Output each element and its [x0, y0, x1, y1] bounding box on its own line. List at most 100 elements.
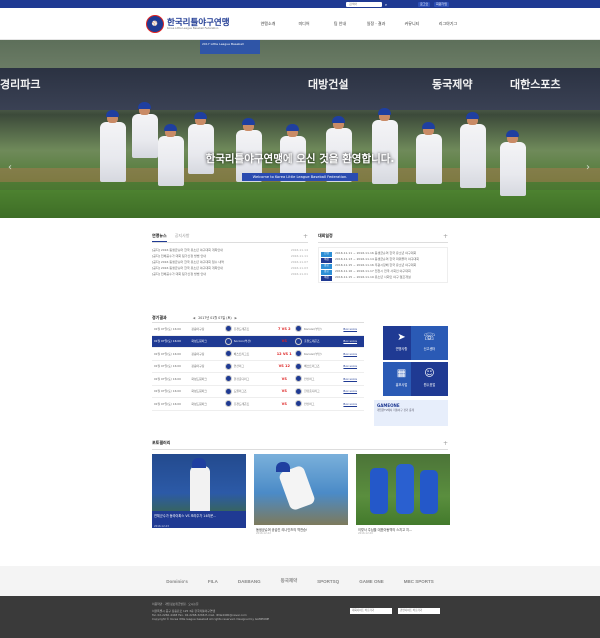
player-cap — [286, 124, 299, 131]
game-time: 01월 07일(토) 16:00 — [154, 401, 181, 406]
player-cap — [378, 108, 391, 115]
game-place: 장충야구장 — [191, 351, 205, 356]
game-home: 안산리그 — [233, 364, 245, 369]
game-row[interactable]: 01월 07일(토) 16:00 화성드림파크 도원리그즈 VS 한강홈디리그 Box s… — [152, 386, 364, 398]
game-score: 12 VS 1 — [276, 351, 292, 356]
game-box[interactable]: Box score — [343, 327, 364, 331]
player-cap — [332, 116, 345, 123]
game-row[interactable]: 01월 07일(토) 16:00 장충야구장 안산리그 VS 12 베스트리그즈 Box … — [152, 361, 364, 373]
game-place: 화성드림파크 — [191, 339, 207, 344]
phone-icon: ☏ — [423, 332, 436, 343]
nav-item-schedule[interactable]: 일정 · 결과 — [358, 21, 394, 27]
game-time: 01월 07일(토) 16:00 — [154, 389, 181, 394]
quick-link-report[interactable]: ☏ 신고센터 — [411, 326, 448, 360]
site-select-2[interactable]: 관련사이트 바로가기 — [398, 608, 440, 614]
player-cap — [194, 112, 207, 119]
site-select-1[interactable]: 대회사이트 바로가기 — [350, 608, 392, 614]
game-away: Kocoon(부산) — [304, 351, 322, 356]
player-cap — [422, 122, 435, 129]
sponsor-logo[interactable]: MBC SPORTS — [404, 579, 434, 584]
game-home: Soccon(부산) — [233, 339, 252, 344]
gameone-banner[interactable]: GAMEONE 게임원TV에서 리틀야구 경기 중계 — [374, 400, 448, 426]
game-row[interactable]: 01월 07일(토) 16:00 장충야구장 베스트리그즈 12 VS 1 Kocoon… — [152, 348, 364, 361]
search-input[interactable]: 검색어 — [346, 1, 382, 7]
slider-next-icon[interactable]: › — [586, 162, 590, 173]
nav-item-about[interactable]: 연맹소개 — [250, 21, 286, 27]
news-more-icon[interactable]: + — [303, 233, 308, 240]
game-away: 안산리그 — [304, 401, 315, 406]
nav-item-community[interactable]: 커뮤니티 — [394, 21, 430, 27]
schedule-title: 대회일정 — [318, 233, 333, 238]
slider-prev-icon[interactable]: ‹ — [8, 162, 12, 173]
sponsor-bar: Dominio's FILA DAEBANG 동국제약 SPORTSQ GAME… — [0, 566, 600, 596]
game-box[interactable]: Box score — [343, 402, 364, 406]
site-logo[interactable]: ⚾ 한국리틀야구연맹 Korea Little League Baseball … — [146, 15, 230, 33]
team-logo-icon — [225, 337, 232, 345]
game-box[interactable]: Box score — [343, 339, 364, 343]
gallery-item[interactable]: 이렇사 주심을 대표아동역의 스지고 지... 2016.12.20 — [356, 454, 450, 535]
player-cap — [242, 118, 255, 125]
schedule-more-icon[interactable]: + — [443, 233, 448, 240]
game-score: VS — [281, 339, 287, 344]
game-box[interactable]: Box score — [343, 352, 364, 356]
brand-title: 한국리틀야구연맹 — [167, 17, 230, 27]
nav-item-teams[interactable]: 팀 안내 — [322, 21, 358, 27]
game-box[interactable]: Box score — [343, 389, 364, 393]
team-logo-icon — [225, 362, 232, 370]
sponsor-logo[interactable]: Dominio's — [166, 579, 188, 584]
quick-link-members[interactable]: ☺ 원수표업 — [411, 362, 448, 396]
game-away: 홍천드래곤즈 — [304, 339, 320, 344]
game-row[interactable]: 01월 07일(토) 16:00 화성드림파크 홍천드래곤즈 VS 안산리그 Box sc… — [152, 398, 364, 411]
player-cap — [164, 124, 177, 131]
team-logo-icon — [295, 375, 303, 383]
next-date-icon[interactable]: ▶ — [235, 316, 237, 320]
game-score: VS — [281, 389, 287, 394]
game-row[interactable]: 01월 07일(토) 16:00 화성드림파크 한강홈디리그 VS 안산리그 Box sc… — [152, 373, 364, 386]
hero-banner: 2017 Little League Baseball 경리파크 대방건설 동국… — [0, 40, 600, 218]
gallery-panel: 포토갤러리 + — [152, 440, 448, 450]
results-title: 경기결과 — [152, 314, 167, 320]
site-header: ⚾ 한국리틀야구연맹 Korea Little League Baseball … — [0, 8, 600, 40]
gallery-more-icon[interactable]: + — [443, 440, 448, 447]
team-logo-icon — [295, 400, 303, 408]
gallery-item[interactable]: 연체군수가 동라야파스 VS 조라주가 14라운... 2016.12.23 — [152, 454, 246, 535]
game-box[interactable]: Box score — [343, 377, 364, 381]
login-button[interactable]: 로그인 — [418, 1, 431, 7]
game-place: 장충야구장 — [191, 364, 205, 369]
board-text-left: 경리파크 — [0, 79, 41, 91]
sponsor-logo[interactable]: 동국제약 — [281, 578, 298, 584]
prev-date-icon[interactable]: ◀ — [193, 316, 195, 320]
site-footer: 이용약관 · 개인정보취급방침 · 오시는길 서울특별시 중구 장충단로 125… — [0, 596, 600, 638]
game-score: VS — [281, 401, 287, 406]
tab-notice[interactable]: 공지사항 — [175, 233, 190, 242]
tab-news[interactable]: 연맹뉴스 — [152, 233, 167, 242]
game-score: VS 12 — [278, 364, 290, 369]
team-logo-icon — [295, 337, 303, 345]
list-item[interactable]: 예정 2016.11.15 ~ 2016.11.19 유소년 사회인 야구 캠프개… — [321, 274, 445, 281]
footer-copyright: Copyright © Korea little league baseball… — [152, 617, 270, 621]
sponsor-logo[interactable]: GAME ONE — [359, 579, 384, 584]
game-box[interactable]: Box score — [343, 364, 364, 368]
sponsor-logo[interactable]: FILA — [208, 579, 218, 584]
game-row[interactable]: 01월 07일(토) 16:00 장충야구장 홍천드래곤즈 7 VS 2 Kocoon(… — [152, 323, 364, 336]
game-home: 홍천드래곤즈 — [233, 326, 250, 331]
sponsor-logo[interactable]: DAEBANG — [238, 579, 261, 584]
search-icon[interactable]: ⌕ — [383, 2, 389, 7]
team-logo-icon — [295, 362, 303, 370]
list-item[interactable]: [공지] 전체공수가 대회 팀가산정 방법 안내 2016.11.01 — [152, 271, 308, 277]
league-emblem-icon: ⚾ — [146, 15, 164, 33]
gallery-item[interactable]: 동생균슈머 공습진 리나인즈의 역전승! 2016.12.22 — [254, 454, 348, 535]
nav-item-media[interactable]: 미디어 — [286, 21, 322, 27]
game-away: 한강홈디리그 — [304, 389, 320, 394]
game-place: 장충야구장 — [191, 326, 205, 331]
player-cap — [506, 130, 519, 137]
game-row[interactable]: 01월 07일(토) 16:00 화성드림파크 Soccon(부산) VS 홍천드래곤즈… — [152, 335, 364, 348]
sponsor-logo[interactable]: SPORTSQ — [317, 579, 339, 584]
news-panel: 연맹뉴스 공지사항 + [공지] 2016 동생균슈머 한국 유소년 야구대회 … — [152, 233, 308, 277]
hero-subcaption: Welcome to Korea Little League Baseball … — [242, 173, 358, 181]
footer-links[interactable]: 이용약관 · 개인정보취급방침 · 오시는길 — [152, 602, 448, 606]
game-time: 01월 07일(토) 16:00 — [154, 351, 181, 356]
nav-item-league[interactable]: 리그야기그 — [430, 21, 466, 27]
player-cap — [138, 102, 151, 109]
join-button[interactable]: 회원가입 — [434, 1, 450, 7]
